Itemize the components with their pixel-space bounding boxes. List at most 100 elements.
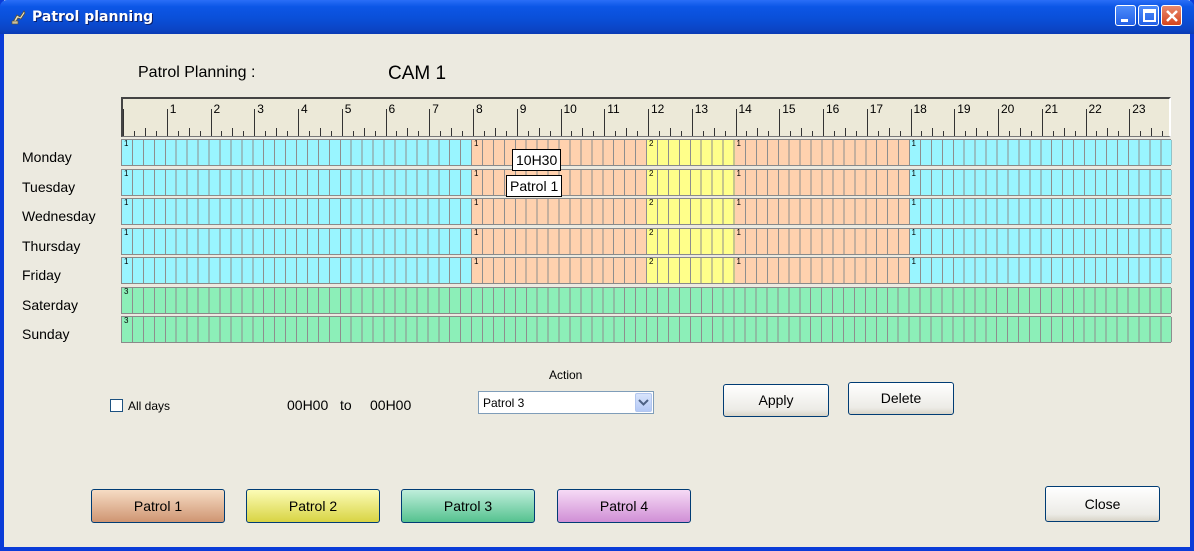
day-row-tuesday[interactable]: 1 1 2 1 1 <box>121 169 1172 196</box>
schedule-segment[interactable]: 2 <box>647 258 735 283</box>
schedule-segment[interactable]: 1 <box>472 229 647 254</box>
segment-marker: 1 <box>736 169 741 178</box>
close-icon <box>1166 10 1178 22</box>
segment-marker: 3 <box>124 287 129 296</box>
schedule-segment[interactable]: 1 <box>734 257 910 283</box>
schedule-segment[interactable]: 1 <box>734 229 910 254</box>
schedule-segment[interactable]: 2 <box>647 229 735 254</box>
hour-label: 2 <box>214 102 221 116</box>
maximize-button[interactable] <box>1138 5 1159 26</box>
patrol-tooltip: Patrol 1 <box>506 175 563 197</box>
chevron-down-icon <box>638 399 649 406</box>
dropdown-button[interactable] <box>635 393 652 412</box>
schedule-segment[interactable]: 2 <box>647 140 735 165</box>
patrol-4-button[interactable]: Patrol 4 <box>557 489 691 523</box>
hour-label: 8 <box>476 102 483 116</box>
segment-marker: 1 <box>474 198 479 207</box>
schedule-segment[interactable]: 1 <box>122 170 472 195</box>
hour-label: 14 <box>739 102 753 116</box>
hour-label: 18 <box>914 102 928 116</box>
schedule-segment[interactable]: 2 <box>647 170 735 195</box>
schedule-segment[interactable]: 1 <box>734 169 910 195</box>
day-label-thursday: Thursday <box>22 238 81 254</box>
close-window-button[interactable] <box>1161 5 1182 26</box>
segment-marker: 1 <box>124 228 129 237</box>
segment-marker: 1 <box>474 228 479 237</box>
day-row-wednesday[interactable]: 1 1 2 1 1 <box>121 198 1172 225</box>
schedule-segment[interactable]: 1 <box>122 140 472 165</box>
hour-ruler: 1 2 3 4 5 6 7 8 9 10 11 12 13 14 15 16 17 18 19 20 21 22 23 <box>121 97 1171 137</box>
schedule-segment[interactable]: 1 <box>909 170 1172 195</box>
hour-label: 13 <box>695 102 709 116</box>
segment-marker: 1 <box>736 198 741 207</box>
all-days-checkbox[interactable] <box>110 399 123 412</box>
delete-button[interactable]: Delete <box>848 382 954 415</box>
title-bar[interactable]: Patrol planning <box>0 0 1194 34</box>
all-days-label: All days <box>128 399 171 413</box>
schedule-segment[interactable]: 1 <box>122 199 472 224</box>
segment-marker: 1 <box>124 139 129 148</box>
segment-marker: 3 <box>124 316 129 325</box>
schedule-segment[interactable]: 1 <box>122 229 472 254</box>
hour-label: 16 <box>826 102 840 116</box>
schedule-segment[interactable]: 1 <box>909 140 1172 165</box>
segment-marker: 1 <box>736 257 741 266</box>
schedule-segment[interactable]: 1 <box>909 198 1172 224</box>
hour-label: 12 <box>651 102 665 116</box>
segment-marker: 2 <box>649 139 654 148</box>
segment-marker: 1 <box>474 139 479 148</box>
segment-marker: 2 <box>649 257 654 266</box>
segment-marker: 1 <box>911 198 916 207</box>
time-to[interactable]: 00H00 <box>370 397 411 413</box>
hour-label: 23 <box>1132 102 1146 116</box>
hour-label: 7 <box>432 102 439 116</box>
action-select-value: Patrol 3 <box>483 396 525 410</box>
schedule-segment[interactable]: 2 <box>647 199 735 224</box>
schedule-segment[interactable]: 1 <box>909 228 1172 254</box>
schedule-segment[interactable]: 1 <box>734 140 910 165</box>
patrol-2-button[interactable]: Patrol 2 <box>246 489 380 523</box>
hour-label: 10 <box>564 102 578 116</box>
schedule-segment[interactable]: 3 <box>122 288 1172 313</box>
action-select[interactable]: Patrol 3 <box>478 391 654 414</box>
minimize-icon <box>1121 19 1128 22</box>
day-row-monday[interactable]: 1 1 2 1 1 <box>121 139 1172 166</box>
segment-marker: 2 <box>649 169 654 178</box>
close-button[interactable]: Close <box>1045 486 1160 522</box>
day-label-tuesday: Tuesday <box>22 179 76 195</box>
patrol-1-button[interactable]: Patrol 1 <box>91 489 225 523</box>
schedule-segment[interactable]: 1 <box>909 258 1172 283</box>
hour-label: 3 <box>257 102 264 116</box>
hour-label: 1 <box>170 102 177 116</box>
schedule-segment[interactable]: 3 <box>122 317 1172 342</box>
hour-label: 22 <box>1089 102 1103 116</box>
segment-marker: 1 <box>124 169 129 178</box>
patrol-3-button[interactable]: Patrol 3 <box>401 489 535 523</box>
time-from[interactable]: 00H00 <box>287 397 328 413</box>
camera-app-icon <box>11 10 26 25</box>
schedule-grid[interactable]: 1 1 2 1 1 1 1 2 1 1 1 1 2 1 1 1 1 2 1 1 1 1 2 1 1 3 3 <box>121 139 1172 346</box>
day-label-sunday: Sunday <box>22 326 70 342</box>
day-row-sunday[interactable]: 3 <box>121 316 1172 343</box>
day-label-wednesday: Wednesday <box>22 208 96 224</box>
hour-label: 6 <box>389 102 396 116</box>
day-row-saterday[interactable]: 3 <box>121 287 1172 314</box>
hour-label: 5 <box>345 102 352 116</box>
schedule-segment[interactable]: 1 <box>734 198 910 224</box>
action-label: Action <box>549 368 583 382</box>
schedule-segment[interactable]: 1 <box>122 258 472 283</box>
schedule-segment[interactable]: 1 <box>472 199 647 224</box>
day-label-monday: Monday <box>22 149 72 165</box>
schedule-segment[interactable]: 1 <box>472 258 647 283</box>
day-label-friday: Friday <box>22 267 61 283</box>
segment-marker: 1 <box>911 228 916 237</box>
segment-marker: 2 <box>649 198 654 207</box>
apply-button[interactable]: Apply <box>723 384 829 417</box>
hour-label: 19 <box>957 102 971 116</box>
segment-marker: 1 <box>124 257 129 266</box>
day-row-friday[interactable]: 1 1 2 1 1 <box>121 257 1172 284</box>
day-row-thursday[interactable]: 1 1 2 1 1 <box>121 228 1172 255</box>
minimize-button[interactable] <box>1115 5 1136 26</box>
hour-ruler-ticks: 1 2 3 4 5 6 7 8 9 10 11 12 13 14 15 16 17 18 19 20 21 22 23 <box>123 102 1163 136</box>
hour-label: 21 <box>1045 102 1059 116</box>
